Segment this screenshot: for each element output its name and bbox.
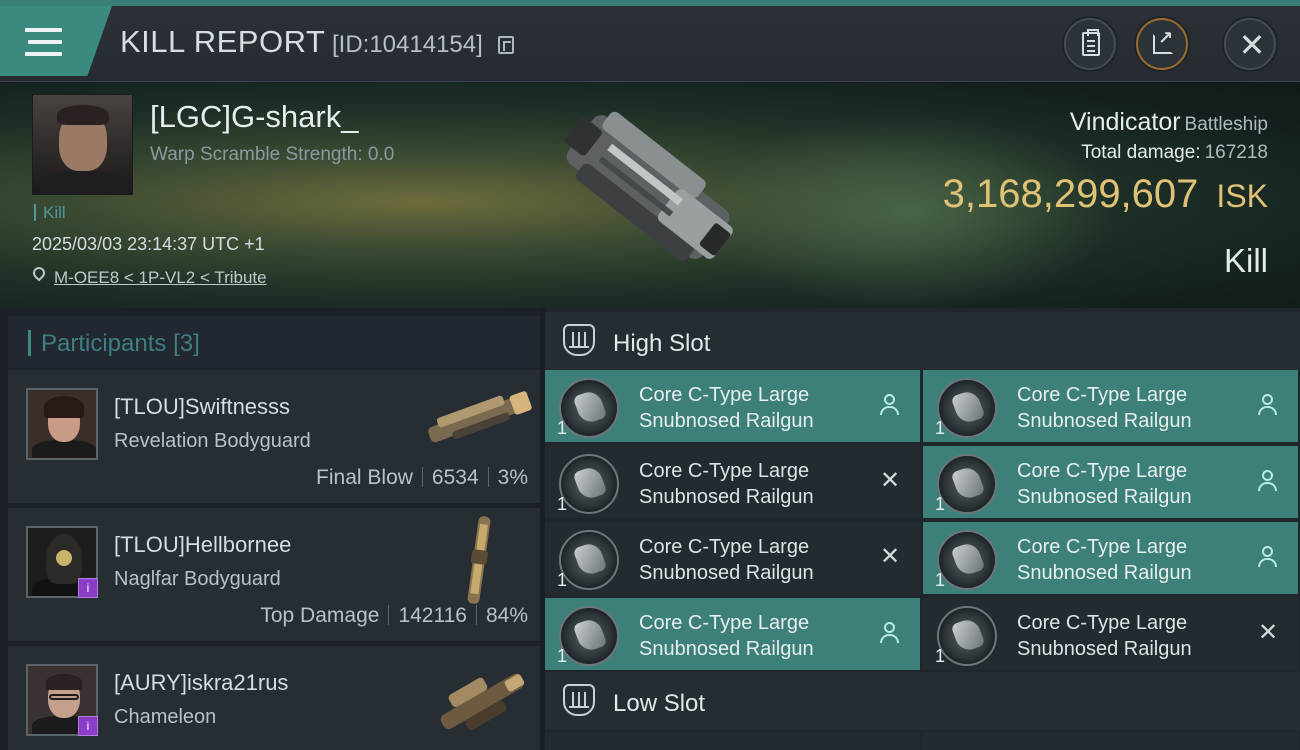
item-name: Core C-Type Large Snubnosed Railgun <box>1017 384 1192 432</box>
menu-icon <box>25 28 62 32</box>
participant-stats: Final Blow 6534 3% <box>316 466 528 489</box>
railgun-icon <box>559 530 619 590</box>
item-name: Core C-Type Large Snubnosed Railgun <box>1017 460 1192 508</box>
item-name: Core C-Type Large Snubnosed Railgun <box>1017 536 1192 584</box>
item-name: Core C-Type Large Snubnosed Railgun <box>639 536 814 584</box>
fitting-item[interactable]: 1 Core C-Type Large Snubnosed Railgun <box>545 598 920 670</box>
item-name: Core C-Type Large Snubnosed Railgun <box>639 612 814 660</box>
copy-icon[interactable] <box>498 36 514 54</box>
participants-panel: Participants [3] [TLOU]Swiftnesss Revela… <box>0 308 540 750</box>
item-name: Core C-Type Large Snubnosed Railgun <box>639 460 814 508</box>
item-quantity: 1 <box>557 646 568 666</box>
person-icon <box>878 620 902 646</box>
participant-stats: Top Damage 142116 84% <box>260 604 528 627</box>
avatar[interactable] <box>26 388 98 460</box>
slot-shield-icon <box>563 324 595 356</box>
participant-ship-image[interactable] <box>418 382 540 452</box>
participant-ship: Naglfar Bodyguard <box>114 568 281 590</box>
participant-name[interactable]: [TLOU]Swiftnesss <box>114 394 290 420</box>
fitting-item[interactable]: 1 Core C-Type Large Snubnosed Railgun <box>923 370 1298 442</box>
close-button[interactable]: ✕ <box>1224 18 1276 70</box>
info-badge-icon[interactable]: i <box>78 716 98 736</box>
victim-ship-image[interactable] <box>520 86 770 296</box>
participant-ship-image[interactable] <box>464 514 494 606</box>
low-slot-header: Low Slot <box>545 672 1300 730</box>
item-name: Core C-Type Large Snubnosed Railgun <box>1017 612 1192 660</box>
item-quantity: 1 <box>935 494 946 514</box>
location-pin-icon <box>30 264 48 282</box>
report-id: [ID:10414154] <box>332 31 483 58</box>
header-accent-line <box>0 0 1300 6</box>
railgun-icon <box>559 378 619 438</box>
cross-icon: ✕ <box>1257 619 1279 646</box>
railgun-icon <box>937 378 997 438</box>
total-damage: Total damage: 167218 <box>1081 142 1268 163</box>
fitting-item[interactable]: 1 Core C-Type Large Snubnosed Railgun <box>545 370 920 442</box>
item-quantity: 1 <box>935 570 946 590</box>
person-icon <box>878 392 902 418</box>
share-button[interactable] <box>1136 18 1188 70</box>
fitting-item-partial[interactable] <box>923 732 1298 750</box>
item-quantity: 1 <box>557 418 568 438</box>
menu-button[interactable] <box>0 6 112 76</box>
participant-card[interactable]: i [TLOU]Hellbornee Naglfar Bodyguard Top… <box>8 508 540 641</box>
warp-scramble-strength: Warp Scramble Strength: 0.0 <box>150 144 395 165</box>
item-quantity: 1 <box>557 494 568 514</box>
isk-value: 3,168,299,607 ISK <box>942 172 1268 216</box>
item-quantity: 1 <box>935 418 946 438</box>
info-badge-icon[interactable]: i <box>78 578 98 598</box>
railgun-icon <box>937 454 997 514</box>
location-link[interactable]: M-OEE8 < 1P-VL2 < Tribute <box>54 268 267 288</box>
participant-ship: Revelation Bodyguard <box>114 430 311 452</box>
fitting-item[interactable]: 1 Core C-Type Large Snubnosed Railgun ✕ <box>545 522 920 594</box>
fitting-item[interactable]: 1 Core C-Type Large Snubnosed Railgun ✕ <box>923 598 1298 670</box>
high-slot-header: High Slot <box>545 312 1300 370</box>
participant-name[interactable]: [AURY]iskra21rus <box>114 670 288 696</box>
page-title: KILL REPORT <box>120 24 326 59</box>
person-icon <box>1256 544 1280 570</box>
item-quantity: 1 <box>557 570 568 590</box>
victim-name[interactable]: [LGC]G-shark_ <box>150 99 358 135</box>
item-quantity: 1 <box>935 646 946 666</box>
railgun-icon <box>937 606 997 666</box>
clipboard-icon <box>1082 29 1100 56</box>
fitting-item[interactable]: 1 Core C-Type Large Snubnosed Railgun <box>923 446 1298 518</box>
participant-card[interactable]: [TLOU]Swiftnesss Revelation Bodyguard Fi… <box>8 370 540 503</box>
victim-ship-type[interactable]: Vindicator Battleship <box>1070 108 1268 137</box>
railgun-icon <box>937 530 997 590</box>
share-icon <box>1153 28 1173 54</box>
participant-name[interactable]: [TLOU]Hellbornee <box>114 532 291 558</box>
fitting-item[interactable]: 1 Core C-Type Large Snubnosed Railgun <box>923 522 1298 594</box>
participant-ship-image[interactable] <box>426 662 536 740</box>
close-icon: ✕ <box>1238 27 1266 63</box>
slot-shield-icon <box>563 684 595 716</box>
participants-header: Participants [3] <box>8 316 540 368</box>
fitting-panel: High Slot 1 Core C-Type Large Snubnosed R… <box>545 308 1300 750</box>
fitting-item-partial[interactable] <box>545 732 920 750</box>
item-name: Core C-Type Large Snubnosed Railgun <box>639 384 814 432</box>
person-icon <box>1256 392 1280 418</box>
fitting-item[interactable]: 1 Core C-Type Large Snubnosed Railgun ✕ <box>545 446 920 518</box>
cross-icon: ✕ <box>879 467 901 494</box>
participants-label: Participants <box>41 330 167 357</box>
railgun-icon <box>559 606 619 666</box>
person-icon <box>1256 468 1280 494</box>
kill-timestamp: 2025/03/03 23:14:37 UTC +1 <box>32 234 265 254</box>
header-bar: KILL REPORT [ID:10414154] ✕ <box>0 0 1300 82</box>
cross-icon: ✕ <box>879 543 901 570</box>
railgun-icon <box>559 454 619 514</box>
kill-result: Kill <box>1223 242 1268 279</box>
victim-summary: [LGC]G-shark_ Warp Scramble Strength: 0.… <box>0 82 1300 308</box>
participant-ship: Chameleon <box>114 706 217 728</box>
participant-card[interactable]: i [AURY]iskra21rus Chameleon <box>8 646 540 750</box>
kill-tag: Kill <box>34 204 66 221</box>
participants-count: [3] <box>173 330 200 357</box>
victim-portrait[interactable] <box>32 94 133 195</box>
clipboard-button[interactable] <box>1064 18 1116 70</box>
